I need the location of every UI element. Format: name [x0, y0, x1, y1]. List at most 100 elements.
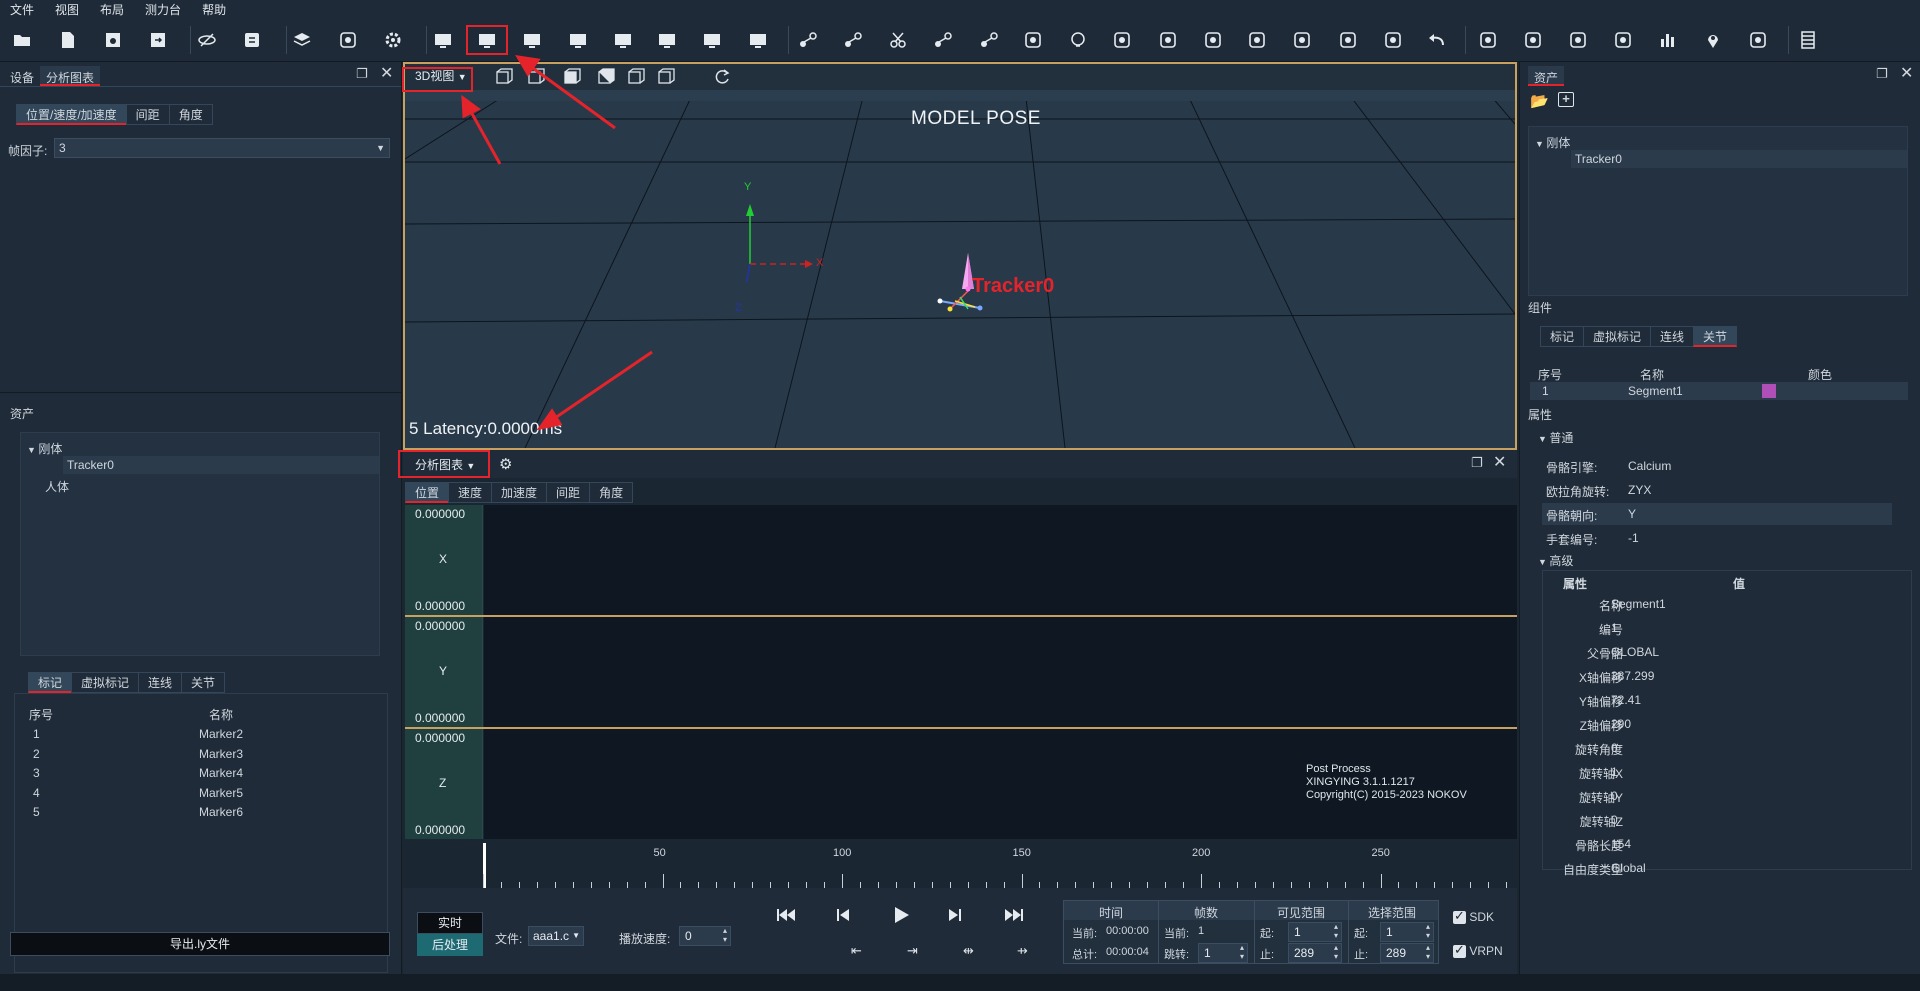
jump-out-icon[interactable]: ⇸	[1017, 943, 1028, 959]
float-icon[interactable]: ❐	[356, 66, 368, 82]
layout-left-split-icon[interactable]	[519, 28, 545, 52]
layout-quad-icon[interactable]	[745, 28, 771, 52]
open-folder-icon[interactable]: 📂	[1530, 92, 1549, 110]
general-prop-row[interactable]: 骨骼引擎: Calcium	[1542, 455, 1892, 477]
layout-three-right-icon[interactable]	[699, 28, 725, 52]
open-folder-icon[interactable]	[9, 28, 35, 52]
postprocess-button[interactable]: 后处理	[417, 934, 483, 956]
marker-row[interactable]: 2 Marker3	[15, 745, 387, 764]
tab-comp-joints[interactable]: 关节	[1693, 326, 1738, 347]
timeline[interactable]: 50 100 150 200 250	[403, 843, 1517, 888]
tree-item-tracker0[interactable]: Tracker0	[67, 458, 114, 472]
advanced-prop-row[interactable]: 名称 Segment1	[1543, 593, 1911, 615]
layout-three-left-icon[interactable]	[654, 28, 680, 52]
frame-factor-select[interactable]: 3 ▼	[54, 138, 390, 158]
calculator-icon[interactable]	[1020, 28, 1046, 52]
general-prop-row[interactable]: 手套编号: -1	[1542, 527, 1892, 549]
select-from-input[interactable]: 1	[1380, 922, 1434, 942]
marker-link-icon[interactable]	[795, 28, 821, 52]
advanced-section[interactable]: ▼ 高级	[1538, 552, 1573, 569]
menu-file[interactable]: 文件	[10, 1, 34, 18]
menu-view[interactable]: 视图	[55, 1, 79, 18]
tab-comp-virtual-markers[interactable]: 虚拟标记	[1583, 326, 1651, 347]
save-as-icon[interactable]	[145, 28, 171, 52]
sdk-checkbox[interactable]: SDK	[1453, 908, 1494, 925]
tab-acceleration[interactable]: 加速度	[491, 482, 547, 503]
general-prop-row[interactable]: 骨骼朝向: Y	[1542, 503, 1892, 525]
advanced-prop-row[interactable]: 自由度类型 Global	[1543, 857, 1911, 879]
trim-icon[interactable]	[1200, 28, 1226, 52]
folder-icon[interactable]	[1745, 28, 1771, 52]
chart-x-plot[interactable]	[484, 505, 1517, 615]
advanced-prop-row[interactable]: 骨骼长度 154	[1543, 833, 1911, 855]
cut-icon[interactable]	[885, 28, 911, 52]
segment-color-swatch[interactable]	[1762, 384, 1776, 398]
select-region-icon[interactable]	[1244, 28, 1270, 52]
3d-icon[interactable]	[1520, 28, 1546, 52]
general-section[interactable]: ▼ 普通	[1538, 429, 1573, 446]
tab-pos-vel-acc[interactable]: 位置/速度/加速度	[16, 104, 126, 125]
jump-input[interactable]: 1	[1198, 943, 1248, 963]
tab-assets[interactable]: 资产	[1528, 66, 1565, 86]
skeleton-icon[interactable]	[1610, 28, 1636, 52]
advanced-prop-row[interactable]: Z轴偏移 290	[1543, 713, 1911, 735]
chart-y-plot[interactable]	[484, 617, 1517, 727]
tree-item-tracker0[interactable]: Tracker0	[1575, 152, 1622, 166]
marker-row[interactable]: 3 Marker4	[15, 764, 387, 783]
tab-analysis-chart[interactable]: 分析图表	[40, 66, 101, 86]
layers-icon[interactable]	[289, 28, 315, 52]
circle-icon[interactable]	[1065, 28, 1091, 52]
marker-connect-icon[interactable]	[976, 28, 1002, 52]
visible-from-input[interactable]: 1	[1288, 922, 1342, 942]
close-icon[interactable]: ✕	[1493, 452, 1506, 472]
advanced-prop-row[interactable]: X轴偏移 387.299	[1543, 665, 1911, 687]
mark-in-icon[interactable]: ⇤	[851, 943, 862, 959]
tab-markers[interactable]: 标记	[28, 672, 72, 693]
wireless-camera-icon[interactable]	[335, 28, 361, 52]
tab-chart-angle[interactable]: 角度	[589, 482, 634, 503]
chart-type-dropdown[interactable]: 分析图表 ▼	[409, 455, 481, 475]
mark-out-icon[interactable]: ⇥	[907, 943, 918, 959]
settings-icon[interactable]	[380, 28, 406, 52]
vrpn-checkbox[interactable]: VRPN	[1453, 942, 1503, 959]
visible-to-input[interactable]: 289	[1288, 943, 1342, 963]
advanced-prop-row[interactable]: 旋转轴X 1	[1543, 761, 1911, 783]
delete-marker-icon[interactable]	[1109, 28, 1135, 52]
tab-virtual-markers[interactable]: 虚拟标记	[71, 672, 139, 693]
marker-row[interactable]: 4 Marker5	[15, 784, 387, 803]
file-select[interactable]: aaa1.c ▼	[528, 926, 584, 946]
tab-chart-distance[interactable]: 间距	[546, 482, 590, 503]
viewport-3d[interactable]: 3D视图 ▼ MODEL POSE Y X Z Tracker0 5 Laten…	[403, 62, 1517, 450]
new-file-icon[interactable]	[55, 28, 81, 52]
menu-force-plate[interactable]: 测力台	[145, 1, 181, 18]
segment-row[interactable]: 1 Segment1	[1530, 382, 1908, 400]
sync-icon[interactable]	[239, 28, 265, 52]
tab-distance[interactable]: 间距	[125, 104, 169, 125]
list-panel-icon[interactable]	[1795, 28, 1821, 52]
export-ly-button[interactable]: 导出.ly文件	[10, 932, 390, 956]
view-mode-dropdown[interactable]: 3D视图 ▼	[409, 67, 473, 86]
layout-top-split-icon[interactable]	[565, 28, 591, 52]
advanced-prop-row[interactable]: 父骨骼 GLOBAL	[1543, 641, 1911, 663]
advanced-prop-row[interactable]: 编号 1	[1543, 617, 1911, 639]
general-prop-row[interactable]: 欧拉角旋转: ZYX	[1542, 479, 1892, 501]
select-to-input[interactable]: 289	[1380, 943, 1434, 963]
realtime-button[interactable]: 实时	[417, 912, 483, 934]
advanced-prop-row[interactable]: 旋转轴Y 0	[1543, 785, 1911, 807]
marker-row[interactable]: 5 Marker6	[15, 803, 387, 822]
layout-top-bottom-icon[interactable]	[474, 28, 500, 52]
chart-line-icon[interactable]	[1380, 28, 1406, 52]
tree-human-node[interactable]: 人体	[45, 478, 69, 495]
float-icon[interactable]: ❐	[1876, 66, 1888, 82]
tab-angle[interactable]: 角度	[168, 104, 213, 125]
reset-view-icon[interactable]	[713, 68, 731, 86]
tab-comp-links[interactable]: 连线	[1650, 326, 1694, 347]
hide-icon[interactable]	[194, 28, 220, 52]
undo-icon[interactable]	[1424, 28, 1450, 52]
save-icon[interactable]	[100, 28, 126, 52]
jump-in-icon[interactable]: ⇹	[963, 943, 974, 959]
export-video-icon[interactable]	[1475, 28, 1501, 52]
tab-velocity[interactable]: 速度	[448, 482, 492, 503]
speed-input[interactable]: 0	[679, 926, 731, 946]
marker-rotate-icon[interactable]	[840, 28, 866, 52]
